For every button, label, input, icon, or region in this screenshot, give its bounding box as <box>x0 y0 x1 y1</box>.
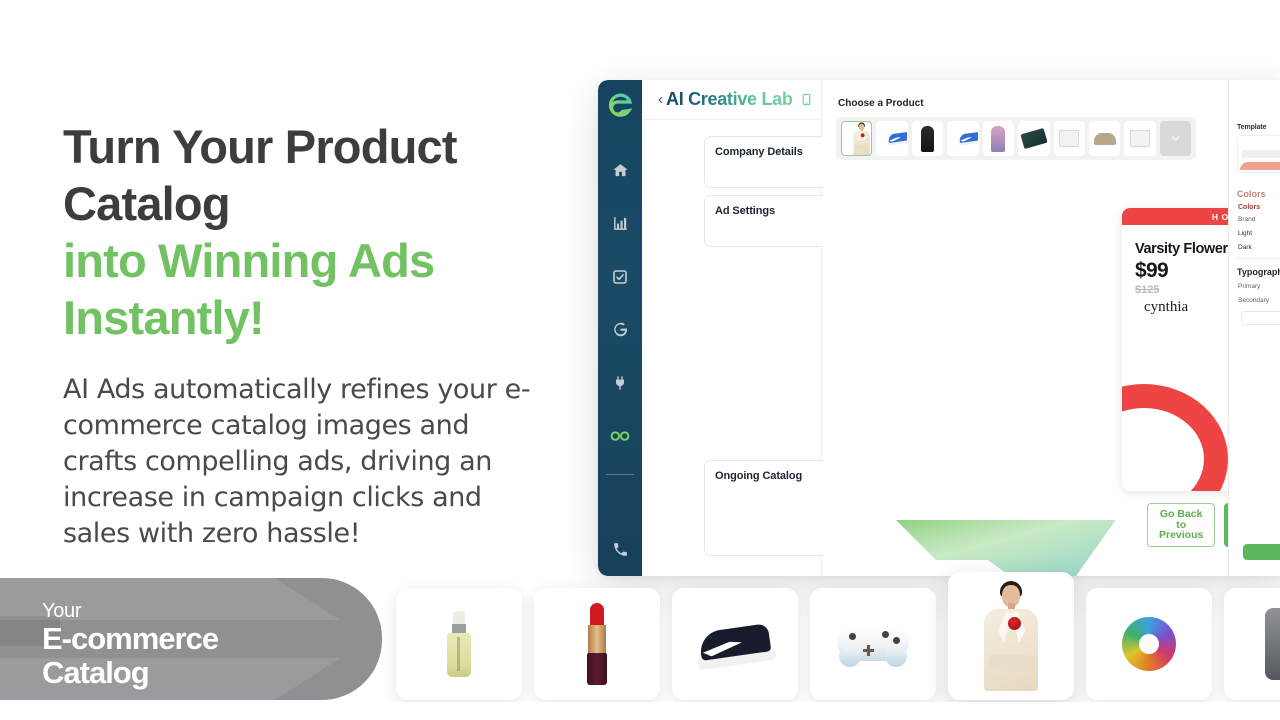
product-card-speaker[interactable] <box>1224 588 1280 700</box>
catalog-line-3: Catalog <box>42 655 150 690</box>
app-window: ‹ AI Creative Lab Company Details 1 Ad S… <box>598 80 1280 576</box>
app-sidebar <box>598 80 642 576</box>
thumb-blue-shoe[interactable] <box>947 121 979 156</box>
product-card-controller[interactable] <box>810 588 936 700</box>
headline-line-2: into Winning Ads <box>63 234 435 287</box>
thumb-mug-pair[interactable] <box>1053 121 1085 156</box>
panel-divider <box>1237 258 1280 259</box>
decor-red-arc <box>1122 384 1228 491</box>
hero-subcopy: AI Ads automatically refines your e-comm… <box>63 374 531 549</box>
step-label: Ad Settings <box>715 205 776 217</box>
headline-line-3: Instantly! <box>63 291 265 344</box>
catalog-line-1: Your <box>42 600 82 622</box>
page-title: Turn Your Product Catalog into Winning A… <box>63 118 563 346</box>
catalog-banner-text: Your E-commerce Catalog <box>42 600 219 690</box>
sidebar-item-tasks[interactable] <box>607 264 633 289</box>
step-label: Ongoing Catalog <box>715 470 803 482</box>
mobile-preview-icon[interactable] <box>800 93 813 106</box>
product-card-serum[interactable] <box>396 588 522 700</box>
colors-subheading: Colors <box>1238 204 1261 211</box>
product-card-ring[interactable] <box>1086 588 1212 700</box>
hero-copy: Turn Your Product Catalog into Winning A… <box>63 118 563 552</box>
catalog-banner: Your E-commerce Catalog <box>0 578 382 700</box>
thumb-black-coat[interactable] <box>911 121 944 156</box>
thumb-chair[interactable] <box>1088 121 1121 156</box>
jacket-model-illustration <box>980 581 1042 691</box>
thumb-laptop[interactable] <box>1018 121 1050 156</box>
template-label: Template <box>1237 124 1267 131</box>
chevron-down-icon[interactable] <box>1159 121 1192 156</box>
sidebar-item-ai-creative-lab[interactable] <box>607 423 633 448</box>
thumb-woman-pink[interactable] <box>982 121 1015 156</box>
template-thumbnail[interactable] <box>1237 135 1280 173</box>
ad-brand-name: cynthia <box>1144 299 1189 315</box>
gemstone-ring-illustration <box>1122 617 1176 671</box>
thumb-model-jacket[interactable] <box>841 121 873 156</box>
app-title: AI Creative Lab <box>666 89 793 109</box>
color-row-brand[interactable]: Brand <box>1238 216 1280 223</box>
thumb-blue-sneaker[interactable] <box>876 121 908 156</box>
sidebar-item-analytics[interactable] <box>607 211 633 236</box>
product-card-strip <box>396 572 1280 720</box>
lipstick-illustration <box>584 603 610 685</box>
typography-row-primary[interactable]: Primary <box>1238 283 1280 290</box>
sidebar-item-integrations[interactable] <box>607 370 633 395</box>
product-card-lipstick[interactable] <box>534 588 660 700</box>
sidebar-item-support[interactable] <box>607 537 633 562</box>
ad-old-price: $125 <box>1135 284 1160 296</box>
product-thumbnail-strip[interactable] <box>836 117 1196 160</box>
go-back-button[interactable]: Go Back to Previous <box>1147 503 1216 547</box>
sidebar-item-home[interactable] <box>607 158 633 183</box>
typography-heading: Typography <box>1237 267 1280 277</box>
page-root: Turn Your Product Catalog into Winning A… <box>0 0 1280 720</box>
app-logo-icon[interactable] <box>605 92 635 122</box>
product-card-sneaker[interactable] <box>672 588 798 700</box>
bottom-fade <box>0 702 1280 720</box>
steps-column: ‹ AI Creative Lab Company Details 1 Ad S… <box>642 80 1272 576</box>
typography-row-secondary[interactable]: Secondary <box>1238 297 1280 304</box>
creative-canvas: Choose a Product Varsity Flower Jacket $… <box>822 80 1280 576</box>
settings-panel: Template Colors Colors Brand Light Dark … <box>1228 80 1280 576</box>
sidebar-item-google[interactable] <box>607 317 633 342</box>
catalog-line-2: E-commerce <box>42 621 219 656</box>
step-label: Company Details <box>715 146 803 158</box>
game-controller-illustration <box>837 621 909 667</box>
headline-line-1: Turn Your Product Catalog <box>63 120 458 230</box>
product-card-jacket-model[interactable] <box>948 572 1074 700</box>
thumb-mug-pair-2[interactable] <box>1124 121 1156 156</box>
choose-a-product-label: Choose a Product <box>838 98 924 109</box>
colors-heading: Colors <box>1237 189 1266 199</box>
color-row-light[interactable]: Light <box>1238 230 1280 237</box>
serum-bottle-illustration <box>446 611 472 677</box>
sidebar-divider <box>606 474 634 475</box>
color-row-dark[interactable]: Dark <box>1238 244 1280 251</box>
ad-price: $99 <box>1135 259 1169 282</box>
back-chevron-icon[interactable]: ‹ <box>658 92 663 107</box>
typography-field[interactable] <box>1241 311 1280 325</box>
sneaker-illustration <box>693 618 777 671</box>
panel-save-button[interactable] <box>1243 544 1280 560</box>
smart-speaker-illustration <box>1265 608 1280 680</box>
